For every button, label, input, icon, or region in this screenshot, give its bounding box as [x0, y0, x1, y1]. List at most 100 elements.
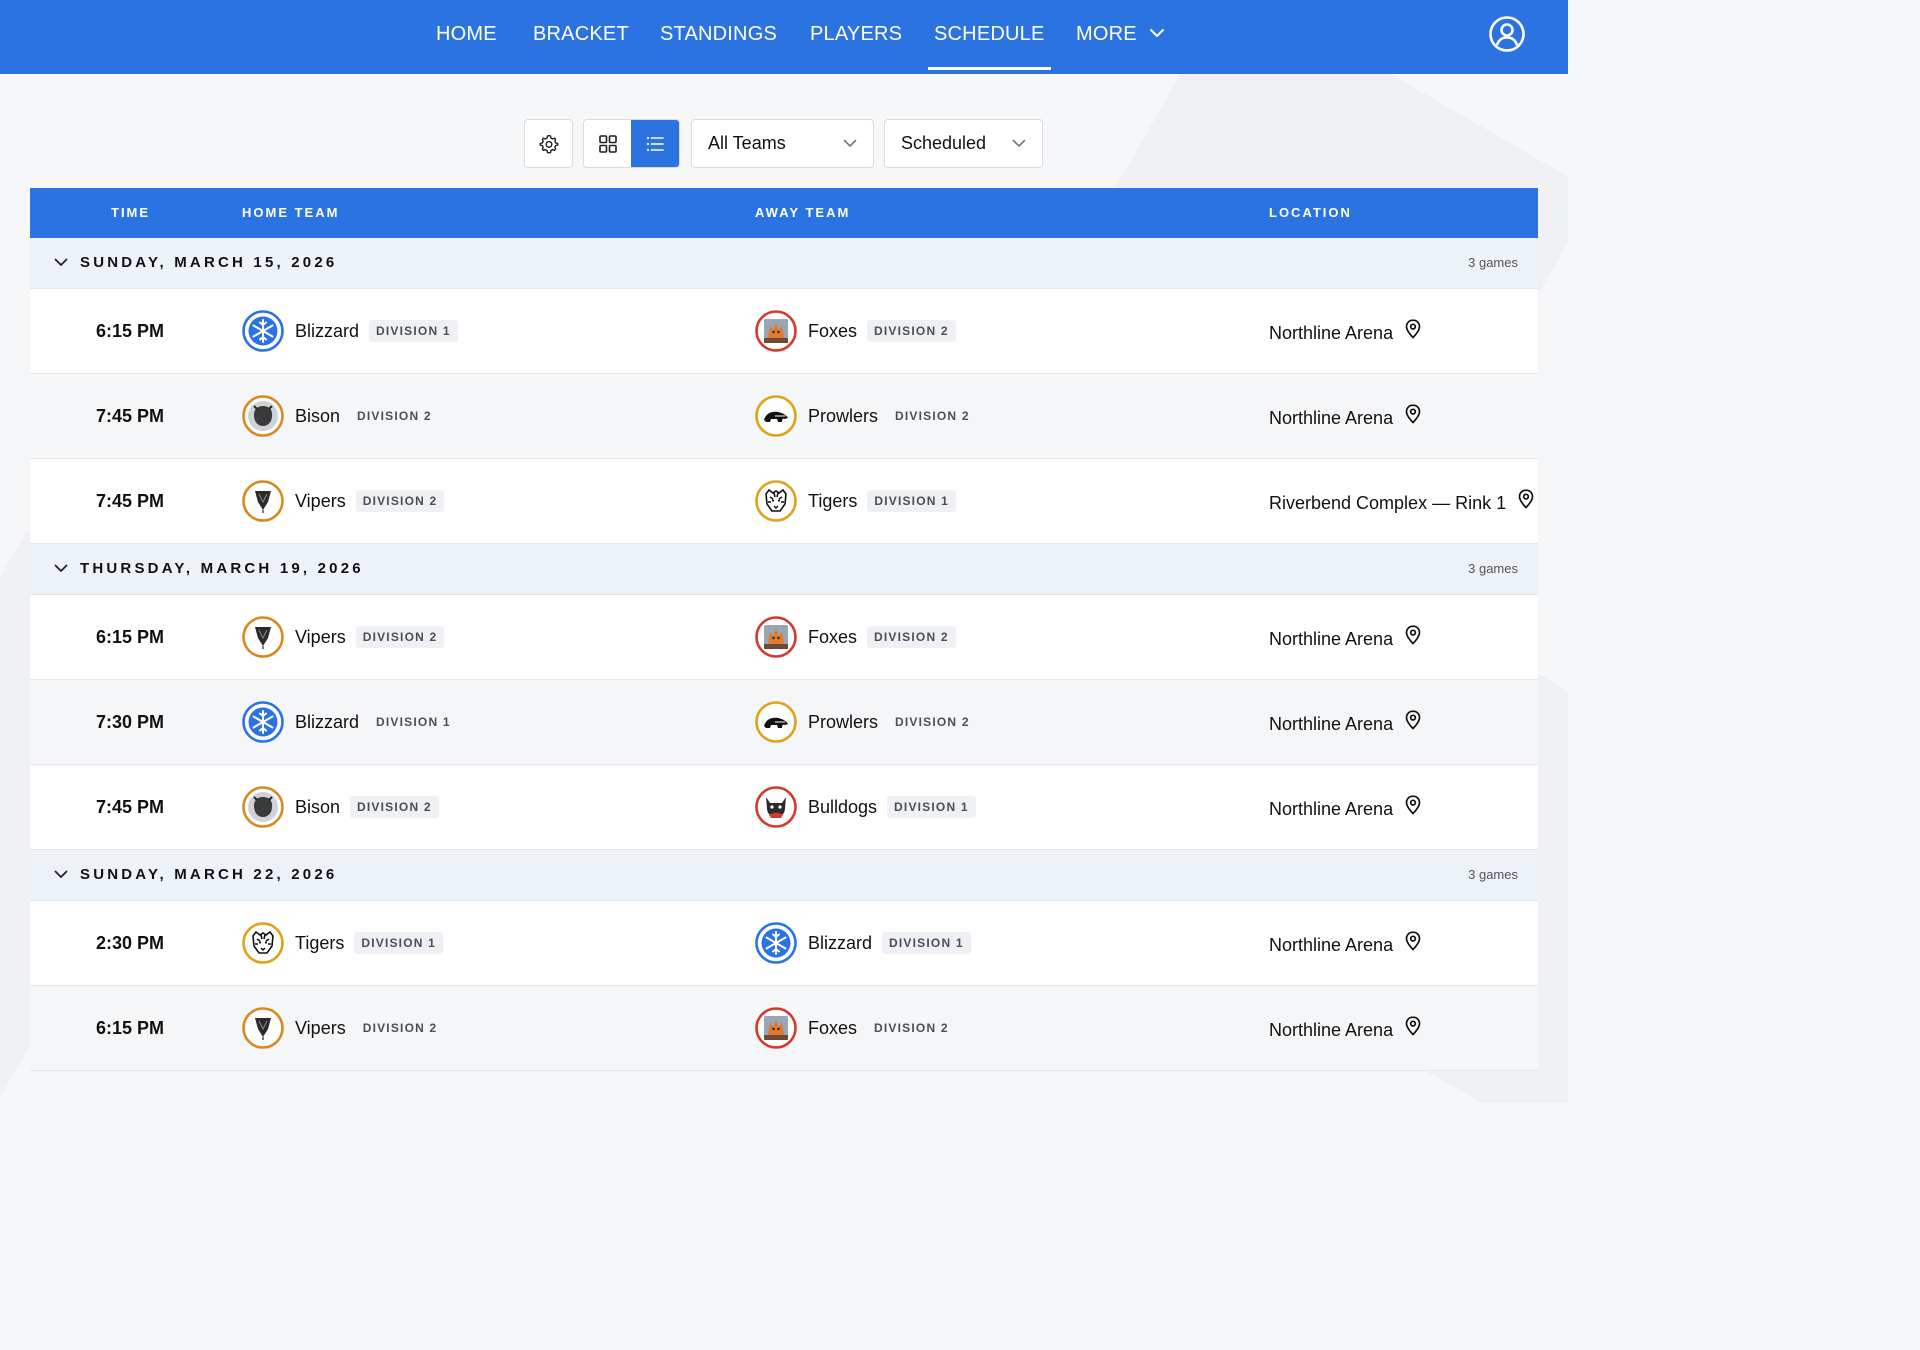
location-name: Northline Arena [1269, 629, 1394, 649]
settings-button[interactable] [524, 119, 573, 168]
viper-logo-icon [242, 616, 284, 658]
team-name: Vipers [295, 1017, 346, 1038]
location-pin-icon [1405, 404, 1421, 424]
prowler-logo-icon [755, 701, 797, 743]
game-time: 6:15 PM [96, 627, 165, 647]
snowflake-logo-icon [755, 922, 797, 964]
division-badge: DIVISION 2 [355, 626, 445, 648]
team-name: Bulldogs [808, 796, 878, 817]
home-team[interactable]: Vipers DIVISION 2 [242, 616, 445, 658]
location-pin-icon [1405, 319, 1421, 339]
away-team[interactable]: Prowlers DIVISION 2 [755, 701, 977, 743]
home-team[interactable]: Blizzard DIVISION 1 [242, 310, 458, 352]
grid-view-button[interactable] [584, 120, 631, 167]
table-row[interactable]: 6:15 PM Vipers DIVISION 2 Foxes DIVISION… [30, 595, 1538, 680]
chevron-down-icon [1012, 139, 1026, 147]
location-name: Northline Arena [1269, 799, 1394, 819]
away-team[interactable]: Bulldogs DIVISION 1 [755, 786, 976, 828]
division-badge: DIVISION 1 [369, 320, 458, 342]
game-location[interactable]: Northline Arena [1269, 595, 1421, 683]
chevron-down-icon[interactable] [54, 258, 68, 267]
group-date: SUNDAY, MARCH 15, 2026 [80, 254, 338, 271]
column-header-home-team: HOME TEAM [242, 205, 340, 220]
team-name: Foxes [808, 320, 858, 341]
division-badge: DIVISION 2 [362, 1021, 438, 1035]
team-name: Bison [295, 796, 341, 817]
team-filter-select[interactable]: All Teams [691, 119, 874, 168]
away-team[interactable]: Prowlers DIVISION 2 [755, 395, 977, 437]
game-location[interactable]: Northline Arena [1269, 765, 1421, 853]
game-location[interactable]: Northline Arena [1269, 986, 1421, 1074]
date-group-header[interactable]: THURSDAY, MARCH 19, 2026 3 games [30, 544, 1538, 595]
nav-item-more[interactable]: MORE [1076, 0, 1165, 74]
table-row[interactable]: 6:15 PM Vipers DIVISION 2 Foxes DIVISION… [30, 986, 1538, 1071]
list-icon [646, 136, 664, 151]
nav-item-players[interactable]: PLAYERS [810, 0, 902, 74]
prowler-logo-icon [755, 395, 797, 437]
group-date: THURSDAY, MARCH 19, 2026 [80, 560, 364, 577]
game-location[interactable]: Northline Arena [1269, 901, 1421, 989]
table-row[interactable]: 7:45 PM Bison DIVISION 2 Bulldogs DIVISI… [30, 765, 1538, 850]
nav-item-schedule[interactable]: SCHEDULE [928, 0, 1051, 74]
game-location[interactable]: Northline Arena [1269, 680, 1421, 768]
home-team[interactable]: Tigers DIVISION 1 [242, 922, 444, 964]
chevron-down-icon [1149, 28, 1164, 37]
team-name: Vipers [295, 626, 346, 647]
location-pin-icon [1405, 625, 1421, 645]
team-name: Blizzard [295, 711, 360, 732]
nav-item-more-label: MORE [1076, 23, 1137, 45]
away-team[interactable]: Tigers DIVISION 1 [755, 480, 957, 522]
column-header-location: LOCATION [1269, 205, 1352, 220]
division-badge: DIVISION 2 [874, 1021, 949, 1035]
location-name: Northline Arena [1269, 323, 1394, 343]
home-team[interactable]: Vipers DIVISION 2 [242, 480, 445, 522]
user-account-icon[interactable] [1488, 15, 1526, 53]
away-team[interactable]: Foxes DIVISION 2 [755, 310, 956, 352]
location-name: Northline Arena [1269, 408, 1394, 428]
table-row[interactable]: 7:45 PM Bison DIVISION 2 Prowlers DIVISI… [30, 374, 1538, 459]
location-name: Northline Arena [1269, 1020, 1394, 1040]
away-team[interactable]: Foxes DIVISION 2 [755, 616, 956, 658]
game-time: 7:45 PM [96, 406, 165, 426]
bison-logo-icon [242, 786, 284, 828]
status-filter-value: Scheduled [901, 133, 987, 153]
location-pin-icon [1405, 710, 1421, 730]
view-toggle [583, 119, 680, 168]
division-badge: DIVISION 1 [887, 796, 976, 818]
division-badge: DIVISION 1 [867, 490, 957, 512]
table-row[interactable]: 6:15 PM Blizzard DIVISION 1 Foxes DIVISI… [30, 289, 1538, 374]
division-badge: DIVISION 1 [882, 932, 971, 954]
chevron-down-icon[interactable] [54, 564, 68, 573]
chevron-down-icon[interactable] [54, 870, 68, 879]
table-row[interactable]: 2:30 PM Tigers DIVISION 1 Blizzard DIVIS… [30, 901, 1538, 986]
table-row[interactable]: 7:45 PM Vipers DIVISION 2 Tigers DIVISIO… [30, 459, 1538, 544]
nav-item-standings[interactable]: STANDINGS [660, 0, 777, 74]
list-view-button[interactable] [631, 120, 679, 167]
division-badge: DIVISION 2 [895, 715, 970, 729]
nav-item-home[interactable]: HOME [436, 0, 497, 74]
home-team[interactable]: Bison DIVISION 2 [242, 786, 439, 828]
game-location[interactable]: Northline Arena [1269, 289, 1421, 377]
date-group-header[interactable]: SUNDAY, MARCH 22, 2026 3 games [30, 850, 1538, 901]
date-group-header[interactable]: SUNDAY, MARCH 15, 2026 3 games [30, 238, 1538, 289]
team-name: Vipers [295, 490, 346, 511]
home-team[interactable]: Bison DIVISION 2 [242, 395, 439, 437]
game-location[interactable]: Riverbend Complex — Rink 1 [1269, 459, 1534, 547]
bison-logo-icon [242, 395, 284, 437]
column-header-away-team: AWAY TEAM [755, 205, 851, 220]
team-name: Bison [295, 405, 341, 426]
home-team[interactable]: Vipers DIVISION 2 [242, 1007, 444, 1049]
tiger-logo-icon [755, 480, 797, 522]
away-team[interactable]: Foxes DIVISION 2 [755, 1007, 956, 1049]
location-pin-icon [1405, 931, 1421, 951]
nav-item-bracket[interactable]: BRACKET [533, 0, 629, 74]
team-name: Tigers [295, 932, 345, 953]
home-team[interactable]: Blizzard DIVISION 1 [242, 701, 458, 743]
table-row[interactable]: 7:30 PM Blizzard DIVISION 1 Prowlers DIV… [30, 680, 1538, 765]
game-location[interactable]: Northline Arena [1269, 374, 1421, 462]
away-team[interactable]: Blizzard DIVISION 1 [755, 922, 971, 964]
game-time: 6:15 PM [96, 1018, 165, 1038]
tiger-logo-icon [242, 922, 284, 964]
status-filter-select[interactable]: Scheduled [884, 119, 1043, 168]
snowflake-logo-icon [242, 310, 284, 352]
